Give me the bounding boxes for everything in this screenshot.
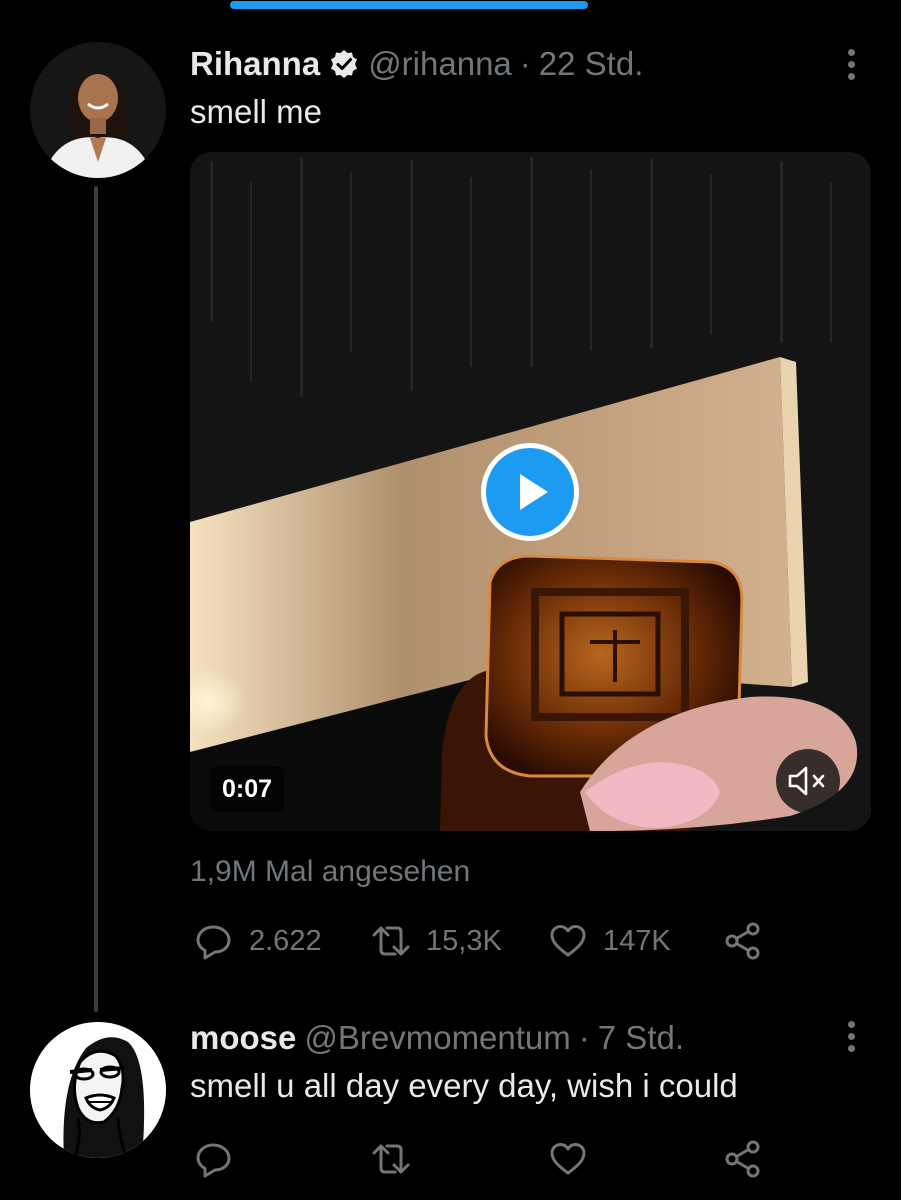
reply-button[interactable]: 2.622 — [193, 920, 322, 962]
tweet-timestamp[interactable]: 22 Std. — [539, 44, 644, 84]
like-button[interactable] — [547, 1138, 589, 1180]
more-options-icon[interactable] — [831, 42, 871, 86]
tweet-text: smell me — [190, 93, 323, 130]
reply-icon — [196, 1143, 231, 1178]
meta-separator: · — [519, 45, 531, 82]
tweet-text: smell u all day every day, wish i could — [190, 1067, 738, 1104]
reply-button[interactable] — [193, 1138, 235, 1180]
heart-icon — [550, 1143, 586, 1175]
author-handle[interactable]: @Brevmomentum — [304, 1018, 570, 1058]
play-icon — [520, 474, 548, 510]
volume-muted-icon — [788, 766, 825, 796]
view-count: 1,9M Mal angesehen — [190, 855, 471, 888]
top-progress-bar — [230, 1, 588, 9]
tweet-header: Rihanna @rihanna · 22 Std. — [190, 44, 643, 84]
share-icon — [725, 922, 760, 960]
top-progress-track — [0, 0, 901, 12]
tweet-header: moose @Brevmomentum · 7 Std. — [190, 1018, 684, 1058]
tweet-timestamp[interactable]: 7 Std. — [598, 1018, 684, 1058]
share-button[interactable] — [722, 1138, 764, 1180]
retweet-icon — [372, 926, 410, 956]
share-icon — [725, 1140, 760, 1178]
reply-icon — [196, 925, 231, 960]
author-handle[interactable]: @rihanna — [368, 44, 512, 84]
verified-badge-icon — [328, 48, 360, 80]
meta-separator: · — [578, 1019, 590, 1056]
more-options-icon[interactable] — [831, 1014, 871, 1058]
avatar[interactable] — [30, 1022, 166, 1158]
share-button[interactable] — [722, 920, 764, 962]
like-button[interactable]: 147K — [547, 920, 671, 962]
author-name[interactable]: Rihanna — [190, 44, 320, 84]
heart-icon — [550, 925, 586, 957]
like-count: 147K — [603, 925, 671, 957]
avatar-sketch-icon — [30, 1022, 166, 1158]
mute-toggle-button[interactable] — [776, 749, 840, 813]
retweet-icon — [372, 1144, 410, 1174]
avatar[interactable] — [30, 42, 166, 178]
thread-connector-line — [94, 186, 98, 1012]
retweet-button[interactable]: 15,3K — [370, 920, 502, 962]
author-name[interactable]: moose — [190, 1018, 296, 1058]
reply-count: 2.622 — [249, 925, 322, 957]
retweet-count: 15,3K — [426, 925, 502, 957]
retweet-button[interactable] — [370, 1138, 412, 1180]
play-button[interactable] — [481, 443, 579, 541]
video-duration: 0:07 — [210, 766, 285, 812]
avatar-photo-icon — [30, 42, 166, 178]
